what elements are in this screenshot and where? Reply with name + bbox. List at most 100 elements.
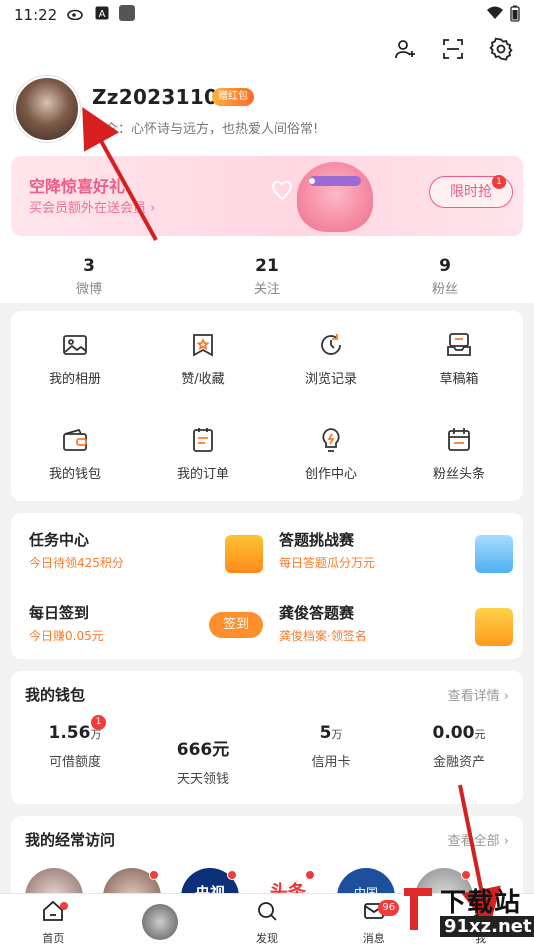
history-icon bbox=[316, 330, 346, 360]
stat-following[interactable]: 21 关注 bbox=[178, 245, 356, 303]
tab-discover[interactable]: 发现 bbox=[214, 894, 321, 950]
feature-grid: 我的相册 赞/收藏 浏览记录 草稿箱 我的钱包 我的订单 创作中心 粉丝头条 bbox=[11, 311, 523, 501]
task-center[interactable]: 任务中心 今日待领425积分 bbox=[29, 529, 279, 589]
banner-title: 空降惊喜好礼 bbox=[29, 177, 126, 196]
heart-decoration-icon bbox=[272, 178, 315, 201]
signin-button[interactable]: 签到 bbox=[209, 612, 263, 638]
wifi-icon bbox=[486, 6, 504, 24]
grid-label: 我的相册 bbox=[48, 372, 101, 387]
grid-label: 赞/收藏 bbox=[181, 372, 225, 387]
message-count-badge: 96 bbox=[378, 900, 400, 916]
wallet-item-daily[interactable]: 666元 天天领钱 bbox=[139, 723, 267, 787]
grid-item-wallet[interactable]: 我的钱包 bbox=[11, 406, 139, 501]
avatar[interactable] bbox=[14, 76, 80, 142]
daily-signin[interactable]: 每日签到 今日赚0.05元 签到 bbox=[29, 602, 279, 662]
unread-dot bbox=[60, 902, 68, 910]
stat-weibo[interactable]: 3 微博 bbox=[0, 245, 178, 303]
watermark: 下载站 91xz.net bbox=[400, 876, 534, 946]
add-friend-icon[interactable] bbox=[392, 36, 418, 62]
order-icon bbox=[188, 425, 218, 455]
promo-banner[interactable]: 空降惊喜好礼 买会员额外在送会员 › 限时抢 bbox=[11, 156, 523, 236]
stat-label: 微博 bbox=[75, 282, 102, 297]
grid-item-drafts[interactable]: 草稿箱 bbox=[395, 311, 523, 406]
status-bar: 11:22 A bbox=[0, 0, 534, 30]
search-icon bbox=[255, 899, 279, 927]
stat-value: 21 bbox=[255, 256, 279, 276]
grid-item-fans-headline[interactable]: 粉丝头条 bbox=[395, 406, 523, 501]
wallet-badge: 1 bbox=[91, 715, 106, 730]
wallet-item-credit[interactable]: 1 1.56万 可借额度 bbox=[11, 715, 139, 787]
wallet-title: 我的钱包 bbox=[25, 686, 86, 704]
wallet-icon bbox=[60, 425, 90, 455]
coin-box-icon bbox=[225, 535, 263, 573]
unread-dot bbox=[149, 870, 159, 880]
watermark-text: 下载站 bbox=[440, 888, 522, 918]
grid-item-album[interactable]: 我的相册 bbox=[11, 311, 139, 406]
wallet-label: 可借额度 bbox=[48, 755, 101, 770]
grid-label: 草稿箱 bbox=[439, 372, 479, 387]
grid-label: 我的订单 bbox=[176, 467, 229, 482]
gongjun-quiz[interactable]: 龚俊答题赛 龚俊档案·领签名 bbox=[279, 602, 529, 662]
square-icon bbox=[119, 5, 136, 25]
grid-item-orders[interactable]: 我的订单 bbox=[139, 406, 267, 501]
stat-label: 关注 bbox=[253, 282, 280, 297]
favorite-icon bbox=[188, 330, 218, 360]
tab-home[interactable]: 首页 bbox=[0, 894, 107, 950]
photo-icon bbox=[60, 330, 90, 360]
wallet-label: 金融资产 bbox=[432, 755, 485, 770]
gift-icon bbox=[475, 608, 513, 646]
wallet-value: 1.56 bbox=[48, 723, 91, 743]
grid-item-history[interactable]: 浏览记录 bbox=[267, 311, 395, 406]
grid-item-favorites[interactable]: 赞/收藏 bbox=[139, 311, 267, 406]
visits-more-link[interactable]: 查看全部 › bbox=[448, 830, 509, 849]
wallet-more-link[interactable]: 查看详情 › bbox=[448, 685, 509, 704]
wallet-unit: 万 bbox=[90, 728, 102, 741]
weibo-icon bbox=[67, 6, 85, 24]
unread-dot bbox=[227, 870, 237, 880]
grid-label: 浏览记录 bbox=[304, 372, 357, 387]
wallet-item-assets[interactable]: 0.00元 金融资产 bbox=[395, 723, 523, 787]
bio-text: 简介：心怀诗与远方，也热爱人间俗常! bbox=[92, 122, 319, 137]
tab-label: 消息 bbox=[362, 931, 385, 945]
grid-label: 我的钱包 bbox=[48, 467, 101, 482]
stats-row: 3 微博 21 关注 9 粉丝 bbox=[0, 245, 534, 303]
tab-label: 发现 bbox=[255, 931, 278, 945]
banner-subtitle[interactable]: 买会员额外在送会员 › bbox=[29, 197, 155, 216]
tasks-card: 任务中心 今日待领425积分 答题挑战赛 每日答题瓜分万元 每日签到 今日赚0.… bbox=[11, 513, 523, 659]
tab-center[interactable] bbox=[107, 894, 214, 950]
stat-value: 3 bbox=[83, 256, 95, 276]
wallet-card: 我的钱包 查看详情 › 1 1.56万 可借额度 666元 天天领钱 5万 信用… bbox=[11, 671, 523, 804]
wallet-unit: 元 bbox=[474, 728, 486, 741]
settings-icon[interactable] bbox=[488, 36, 514, 62]
center-avatar-icon bbox=[142, 904, 179, 940]
wallet-item-creditcard[interactable]: 5万 信用卡 bbox=[267, 723, 395, 787]
battery-icon bbox=[510, 5, 520, 26]
wallet-value: 0.00 bbox=[432, 723, 475, 743]
tab-label: 首页 bbox=[42, 931, 65, 945]
svg-text:A: A bbox=[99, 9, 106, 20]
bulb-icon bbox=[316, 425, 346, 455]
stat-label: 粉丝 bbox=[431, 282, 458, 297]
wallet-unit: 万 bbox=[331, 728, 343, 741]
stat-value: 9 bbox=[439, 256, 451, 276]
banner-badge: 1 bbox=[492, 175, 506, 189]
wallet-label: 信用卡 bbox=[311, 755, 351, 770]
wallet-value: 5 bbox=[319, 723, 332, 743]
a-icon: A bbox=[95, 6, 109, 24]
wallet-label: 天天领钱 bbox=[176, 772, 229, 787]
wallet-value: 666元 bbox=[176, 740, 230, 760]
stat-fans[interactable]: 9 粉丝 bbox=[356, 245, 534, 303]
grid-label: 粉丝头条 bbox=[432, 467, 485, 482]
vip-badge[interactable]: 赠红包 bbox=[212, 88, 254, 106]
watermark-url: 91xz.net bbox=[440, 916, 534, 937]
scan-icon[interactable] bbox=[440, 36, 466, 62]
visits-title: 我的经常访问 bbox=[25, 831, 116, 849]
quiz-challenge[interactable]: 答题挑战赛 每日答题瓜分万元 bbox=[279, 529, 529, 589]
calendar-icon bbox=[444, 425, 474, 455]
quiz-card-icon bbox=[475, 535, 513, 573]
grid-label: 创作中心 bbox=[304, 467, 357, 482]
unread-dot bbox=[305, 870, 315, 880]
grid-item-creator[interactable]: 创作中心 bbox=[267, 406, 395, 501]
watermark-logo-icon bbox=[404, 888, 432, 930]
drafts-icon bbox=[444, 330, 474, 360]
